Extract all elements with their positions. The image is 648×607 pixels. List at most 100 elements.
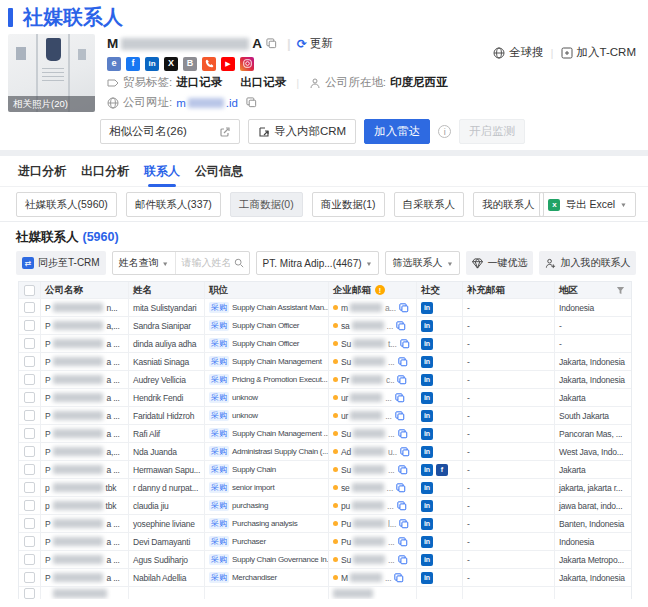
table-row[interactable]: Pa ... Kasniati Sinaga 采购Supply Chain Ma… — [19, 353, 631, 371]
global-search-link[interactable]: 全球搜 — [493, 45, 544, 60]
linkedin-icon[interactable]: in — [145, 57, 159, 71]
export-excel-button[interactable]: x 导出 Excel ▼ — [539, 192, 636, 217]
linkedin-icon[interactable]: in — [421, 536, 433, 548]
linkedin-icon[interactable]: in — [421, 554, 433, 566]
row-checkbox[interactable] — [24, 446, 35, 457]
table-row[interactable]: Pa,... Nda Juanda 采购Administrasi Supply … — [19, 443, 631, 461]
copy-icon[interactable] — [398, 429, 408, 439]
refresh-label[interactable]: 更新 — [310, 36, 333, 51]
website-icon[interactable]: e — [107, 57, 121, 71]
table-row[interactable]: Pa,... Sandra Sianipar 采购Supply Chain Of… — [19, 317, 631, 335]
tab-1[interactable]: 出口分析 — [81, 156, 129, 187]
refresh-icon[interactable]: ⟳ — [297, 37, 307, 51]
name-query-dropdown[interactable]: 姓名查询 ▼ — [113, 252, 176, 274]
row-checkbox[interactable] — [24, 518, 35, 529]
trade-tag-export[interactable]: 出口记录 — [240, 75, 286, 90]
copy-icon[interactable] — [396, 483, 406, 493]
join-radar-button[interactable]: 加入雷达 — [364, 119, 430, 144]
warning-icon[interactable]: ! — [375, 285, 385, 295]
filter-contacts-dropdown[interactable]: 筛选联系人 ▼ — [385, 251, 460, 275]
linkedin-icon[interactable]: in — [421, 392, 433, 404]
similar-companies-box[interactable]: 相似公司名(26) — [100, 119, 240, 144]
linkedin-icon[interactable]: in — [421, 464, 433, 476]
linkedin-icon[interactable]: in — [421, 320, 433, 332]
row-checkbox[interactable] — [24, 536, 35, 547]
facebook-icon[interactable]: f — [436, 464, 448, 476]
row-checkbox[interactable] — [24, 482, 35, 493]
blog-icon[interactable]: B — [183, 57, 197, 71]
copy-icon[interactable] — [394, 573, 404, 583]
sync-tcrm-button[interactable]: ⇄ 同步至T-CRM — [16, 251, 106, 275]
table-row[interactable]: Pa ... Hermawan Sapu... 采购Supply Chain S… — [19, 461, 631, 479]
copy-icon[interactable] — [398, 465, 408, 475]
row-checkbox[interactable] — [24, 356, 35, 367]
name-search-input[interactable]: 请输入姓名 — [176, 256, 234, 270]
table-row[interactable]: ptbk r danny d nurpat... 采购senior import… — [19, 479, 631, 497]
pill-5[interactable]: 我的联系人 — [473, 192, 544, 217]
monitor-button[interactable]: 开启监测 — [459, 119, 525, 144]
row-checkbox[interactable] — [24, 464, 35, 475]
copy-icon[interactable] — [397, 375, 407, 385]
pill-0[interactable]: 社媒联系人(5960) — [16, 192, 117, 217]
join-tcrm-link[interactable]: 加入T-CRM — [561, 45, 636, 60]
copy-icon[interactable] — [396, 321, 406, 331]
instagram-icon[interactable] — [240, 57, 254, 71]
linkedin-icon[interactable]: in — [421, 500, 433, 512]
linkedin-icon[interactable]: in — [421, 302, 433, 314]
youtube-icon[interactable]: ▶ — [221, 57, 235, 71]
copy-icon[interactable] — [266, 38, 277, 49]
linkedin-icon[interactable]: in — [421, 446, 433, 458]
table-row[interactable]: Pa ... Rafi Alif 采购Supply Chain Manageme… — [19, 425, 631, 443]
one-click-optimize-button[interactable]: 一键优选 — [466, 251, 533, 275]
copy-icon[interactable] — [398, 357, 408, 367]
info-icon[interactable]: i — [438, 125, 451, 138]
pill-3[interactable]: 商业数据(1) — [312, 192, 385, 217]
linkedin-icon[interactable]: in — [421, 374, 433, 386]
copy-icon[interactable] — [399, 303, 409, 313]
tab-0[interactable]: 进口分析 — [18, 156, 66, 187]
table-row[interactable]: Pa ... Audrey Vellicia 采购Pricing & Promo… — [19, 371, 631, 389]
add-my-contacts-button[interactable]: 加入我的联系人 — [539, 251, 636, 275]
pill-2[interactable]: 工商数据(0) — [230, 192, 303, 217]
linkedin-icon[interactable]: in — [421, 518, 433, 530]
row-checkbox[interactable] — [24, 320, 35, 331]
copy-icon[interactable] — [400, 339, 410, 349]
trade-tag-import[interactable]: 进口记录 — [176, 75, 222, 90]
row-checkbox[interactable] — [24, 500, 35, 511]
row-checkbox[interactable] — [24, 428, 35, 439]
copy-icon[interactable] — [397, 501, 407, 511]
linkedin-icon[interactable]: in — [421, 428, 433, 440]
facebook-icon[interactable]: f — [126, 57, 140, 71]
linkedin-icon[interactable]: in — [421, 410, 433, 422]
filter-icon[interactable] — [616, 286, 625, 295]
linkedin-icon[interactable]: in — [421, 482, 433, 494]
linkedin-icon[interactable]: in — [421, 356, 433, 368]
row-checkbox[interactable] — [24, 374, 35, 385]
row-checkbox[interactable] — [24, 392, 35, 403]
company-photo[interactable]: 相关照片(20) — [8, 34, 95, 112]
copy-icon[interactable] — [399, 519, 409, 529]
row-checkbox[interactable] — [24, 410, 35, 421]
table-row[interactable]: Pa ... yosephine liviane 采购Purchasing an… — [19, 515, 631, 533]
table-row[interactable]: Pa ... Agus Sudiharjo 采购Supply Chain Gov… — [19, 551, 631, 569]
tab-3[interactable]: 公司信息 — [195, 156, 243, 187]
pill-4[interactable]: 自采联系人 — [394, 192, 465, 217]
linkedin-icon[interactable]: in — [421, 338, 433, 350]
tab-2[interactable]: 联系人 — [144, 156, 180, 187]
table-row[interactable]: Pa ... Faridatul Hidzroh 采购unknow ur... … — [19, 407, 631, 425]
copy-icon[interactable] — [395, 411, 405, 421]
copy-icon[interactable] — [398, 555, 408, 565]
company-website-link[interactable]: m .id — [176, 97, 238, 109]
copy-icon[interactable] — [246, 97, 257, 108]
row-checkbox[interactable] — [24, 572, 35, 583]
import-crm-button[interactable]: 导入内部CRM — [248, 119, 356, 144]
table-row[interactable]: Pa ... Devi Damayanti 采购Purchaser Pu... … — [19, 533, 631, 551]
copy-icon[interactable] — [395, 393, 405, 403]
copy-icon[interactable] — [398, 537, 408, 547]
table-row[interactable]: Pn... mita Sulistyandari 采购Supply Chain … — [19, 299, 631, 317]
table-row[interactable]: ptbk claudia jiu 采购purchasing pu... in -… — [19, 497, 631, 515]
row-checkbox[interactable] — [24, 302, 35, 313]
table-row[interactable]: Pa ... Nabilah Adellia 采购Merchandiser M.… — [19, 569, 631, 587]
phone-icon[interactable] — [202, 57, 216, 71]
linkedin-icon[interactable]: in — [421, 572, 433, 584]
